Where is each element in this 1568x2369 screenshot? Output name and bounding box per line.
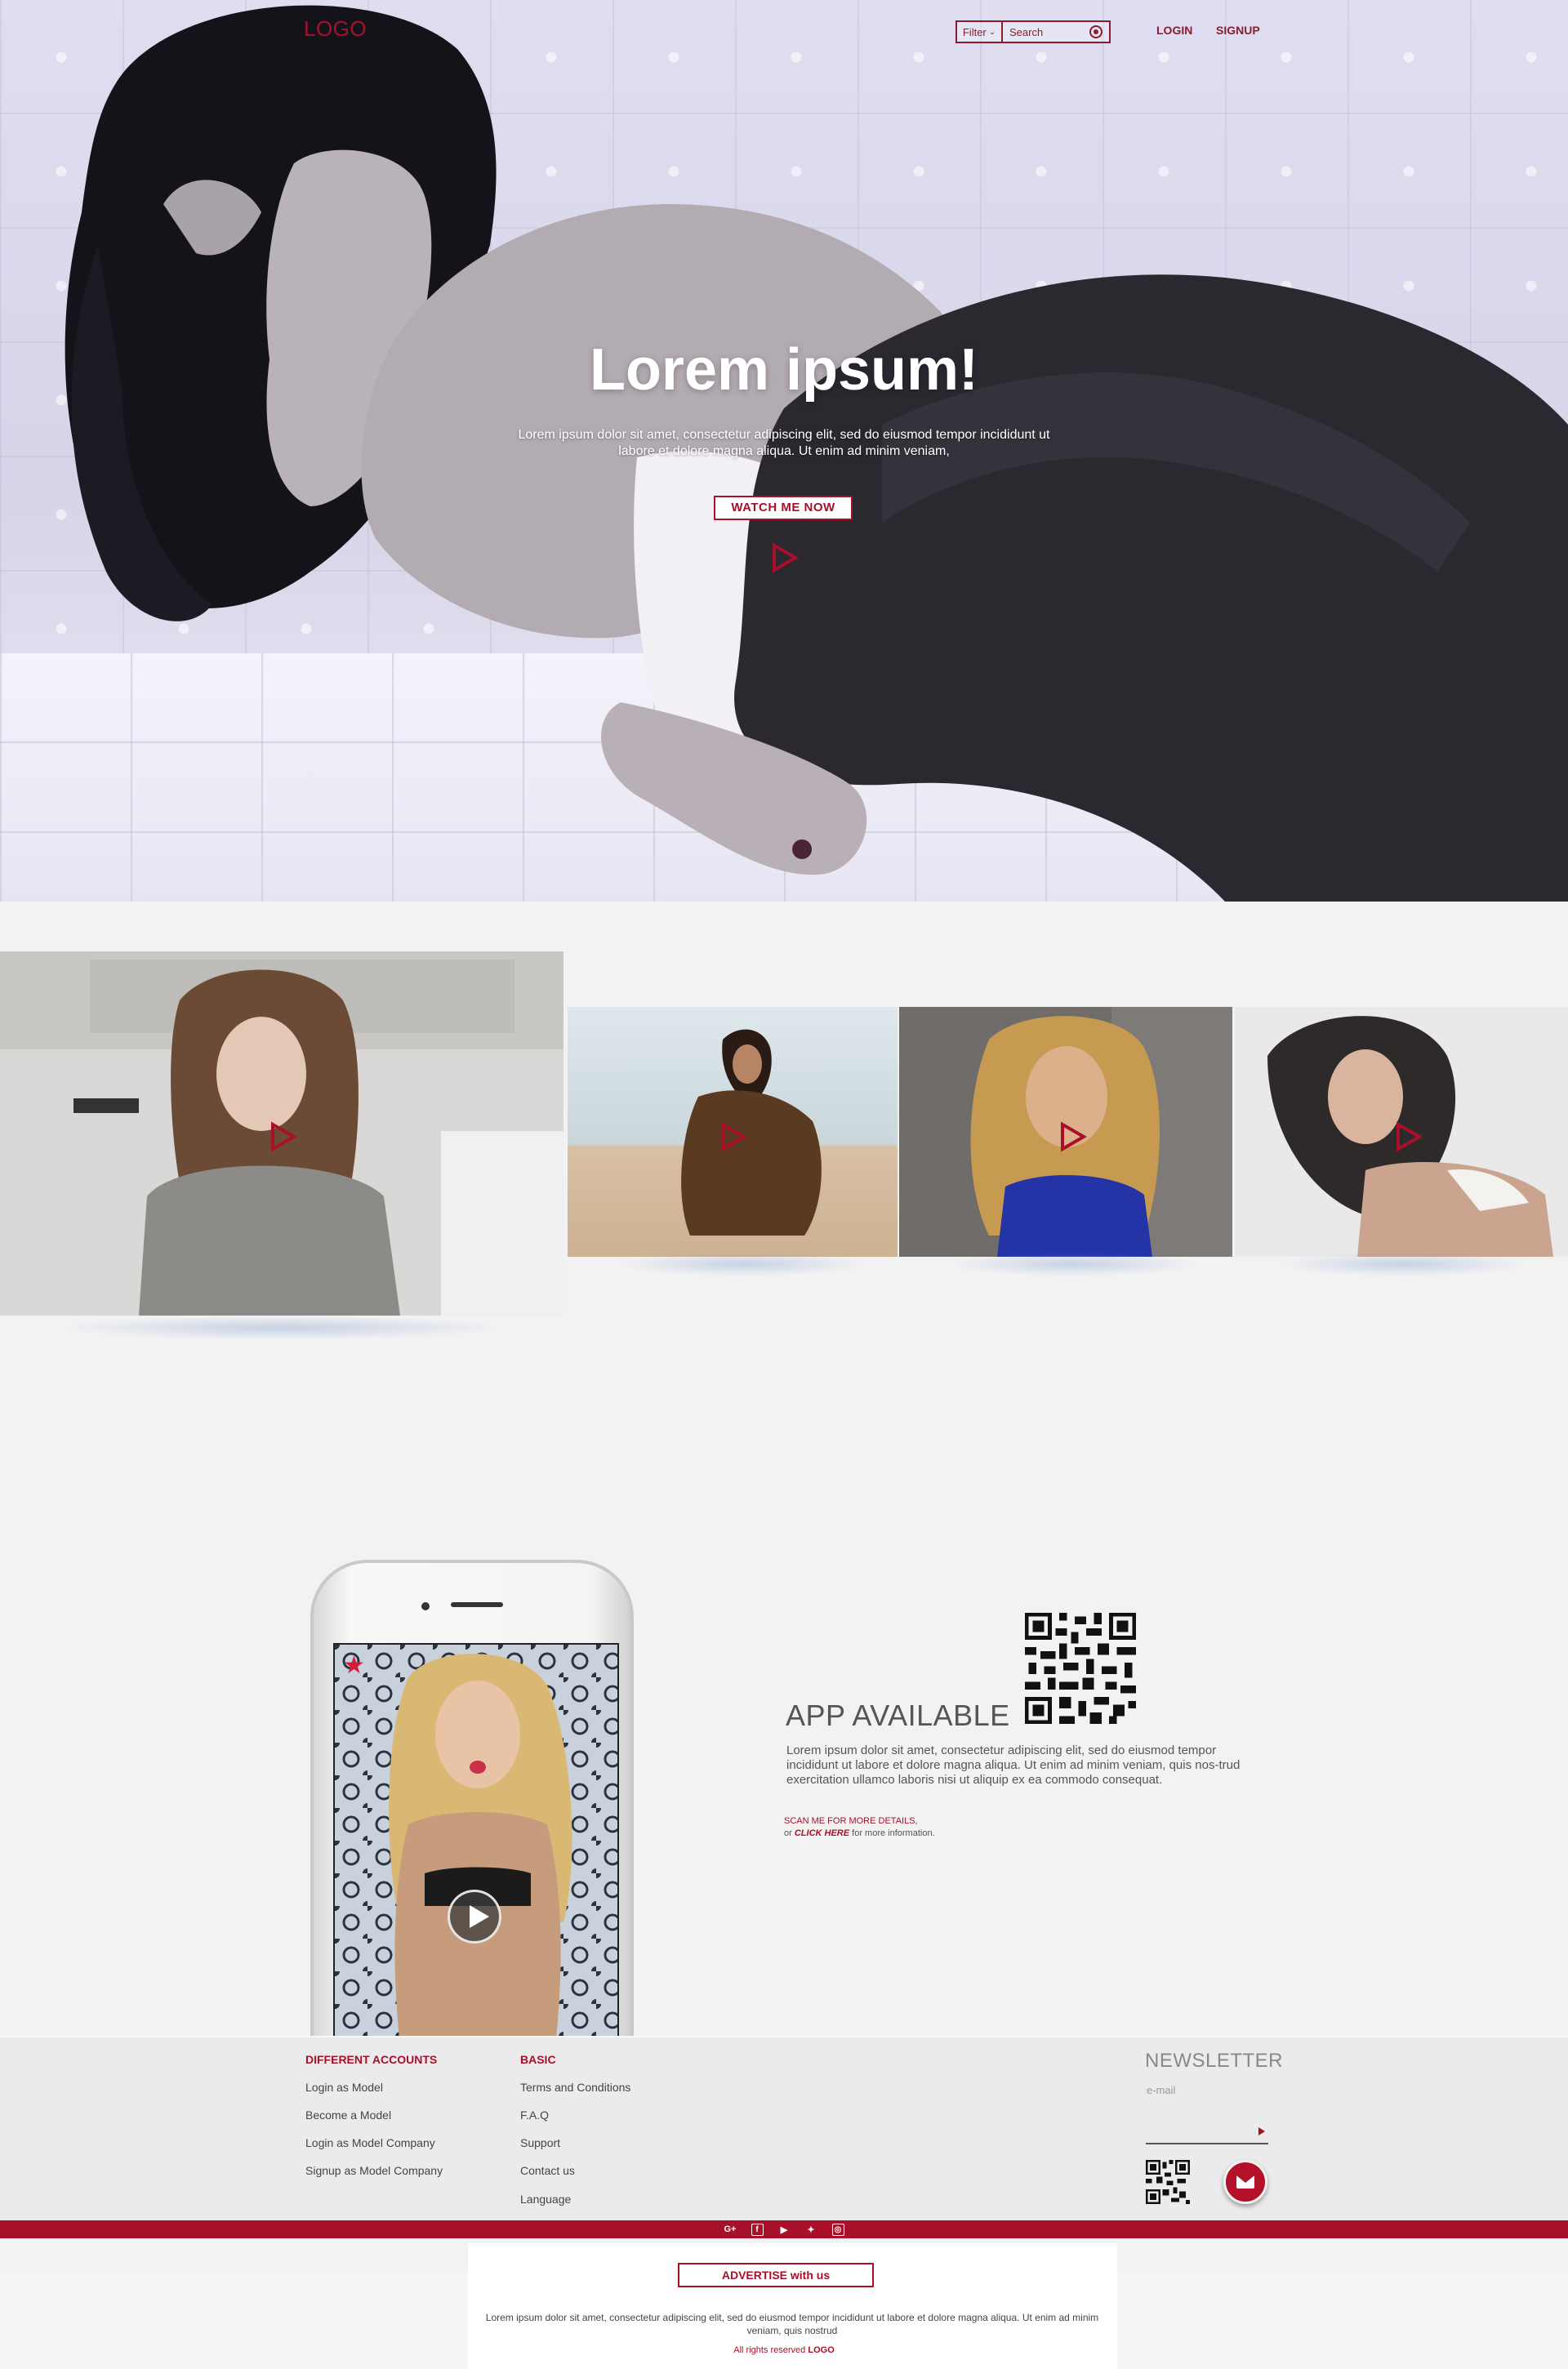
footer-link-signup-company[interactable]: Signup as Model Company <box>305 2164 443 2177</box>
footer-link-support[interactable]: Support <box>520 2136 560 2149</box>
hero-description: Lorem ipsum dolor sit amet, consectetur … <box>518 428 1050 458</box>
footer-link-login-company[interactable]: Login as Model Company <box>305 2136 435 2149</box>
footer-link-faq[interactable]: F.A.Q <box>520 2108 549 2122</box>
newsletter-title: NEWSLETTER <box>1145 2050 1284 2072</box>
phone-camera <box>421 1602 430 1610</box>
play-icon[interactable] <box>1059 1121 1087 1152</box>
or-text: or <box>784 1828 792 1838</box>
site-logo[interactable]: LOGO <box>304 16 367 42</box>
rights-text: All rights reserved <box>733 2345 806 2355</box>
search-icon[interactable] <box>1089 25 1102 38</box>
qr-code <box>1025 1613 1136 1724</box>
hero-title: Lorem ipsum! <box>589 337 979 403</box>
rights-logo: LOGO <box>808 2345 835 2355</box>
play-icon[interactable] <box>448 1890 501 1944</box>
hero-section: LOGO Filter ⌄ Search LOGIN SIGNUP Lorem … <box>0 0 1568 902</box>
submit-arrow-icon[interactable] <box>1258 2127 1265 2135</box>
instagram-icon[interactable]: ◎ <box>831 2223 844 2236</box>
gallery-tile-model-2[interactable] <box>568 1007 898 1257</box>
click-here-line: or CLICK HERE for more information. <box>784 1828 935 1838</box>
advertise-button[interactable]: ADVERTISE with us <box>678 2263 874 2287</box>
phone-screen: ★ <box>333 1643 619 2045</box>
footer-link-language[interactable]: Language <box>520 2193 571 2206</box>
scan-me-text: SCAN ME FOR MORE DETAILS, <box>784 1816 918 1826</box>
filter-label: Filter <box>962 25 987 38</box>
favorite-star-icon[interactable]: ★ <box>343 1651 365 1680</box>
play-icon[interactable] <box>1395 1121 1423 1152</box>
app-description: Lorem ipsum dolor sit amet, consectetur … <box>786 1743 1241 1787</box>
phone-mockup: ★ <box>310 1560 634 2045</box>
search-input[interactable]: Search <box>1003 26 1089 38</box>
newsletter-input-underline <box>1146 2143 1268 2144</box>
footer <box>0 2036 1568 2220</box>
footer-link-login-model[interactable]: Login as Model <box>305 2081 383 2094</box>
play-icon[interactable] <box>719 1121 747 1152</box>
gallery-tile-model-3[interactable] <box>899 1007 1232 1257</box>
twitter-icon[interactable]: ✦ <box>805 2224 817 2236</box>
footer-description: Lorem ipsum dolor sit amet, consectetur … <box>485 2312 1099 2336</box>
phone-speaker <box>451 1602 503 1607</box>
google-plus-icon[interactable]: G+ <box>724 2224 737 2236</box>
gallery-section <box>0 951 1568 1343</box>
mail-button[interactable] <box>1223 2160 1267 2204</box>
facebook-icon[interactable]: f <box>751 2223 764 2236</box>
signup-link[interactable]: SIGNUP <box>1216 24 1260 37</box>
footer-link-contact[interactable]: Contact us <box>520 2164 575 2177</box>
youtube-icon[interactable]: ▶ <box>778 2224 791 2236</box>
app-preview-image <box>335 1645 617 2045</box>
gallery-tile-model-1[interactable] <box>0 951 564 1316</box>
footer-col-accounts-title: DIFFERENT ACCOUNTS <box>305 2053 438 2066</box>
footer-link-terms[interactable]: Terms and Conditions <box>520 2081 630 2094</box>
chevron-down-icon: ⌄ <box>988 27 996 37</box>
newsletter-email-input[interactable]: e-mail <box>1147 2084 1269 2096</box>
play-icon[interactable] <box>270 1121 297 1152</box>
play-icon[interactable] <box>771 542 799 573</box>
click-here-link[interactable]: CLICK HERE <box>795 1828 849 1838</box>
search-bar: Filter ⌄ Search <box>956 20 1111 43</box>
envelope-icon <box>1236 2175 1254 2189</box>
more-info-text: for more information. <box>852 1828 935 1838</box>
copyright-line: All rights reserved LOGO <box>0 2345 1568 2355</box>
watch-me-now-button[interactable]: WATCH ME NOW <box>714 496 853 520</box>
app-available-title: APP AVAILABLE <box>786 1699 1010 1732</box>
footer-link-become-model[interactable]: Become a Model <box>305 2108 391 2122</box>
social-bar: G+ f ▶ ✦ ◎ <box>0 2220 1568 2238</box>
login-link[interactable]: LOGIN <box>1156 24 1192 37</box>
footer-col-basic-title: BASIC <box>520 2053 556 2066</box>
qr-code-small <box>1146 2160 1190 2204</box>
filter-dropdown[interactable]: Filter ⌄ <box>957 22 1003 42</box>
gallery-tile-model-4[interactable] <box>1235 1007 1568 1257</box>
